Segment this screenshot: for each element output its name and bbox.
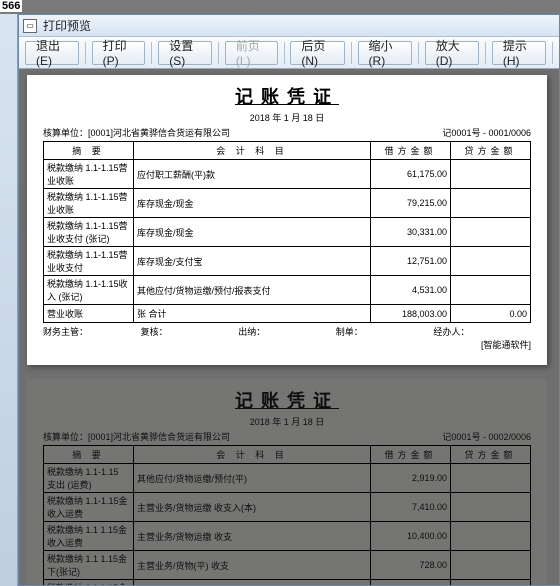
voucher-number: 记0001号 - 0001/0006 [442,126,531,139]
next-page-button[interactable]: 后页(N) [290,41,344,65]
table-row: 税款缴纳 1.1-1.15收入 (张记)其他应付/货物运缴/预付/报表支付4,5… [44,276,531,305]
software-stamp: [智能通软件] [43,338,531,351]
col-credit: 贷方金额 [451,446,531,464]
col-debit: 借方金额 [371,446,451,464]
table-row: 税款缴纳 1.1-1.15金收入运费主营业务/货物运缴 收支入(本)7,410.… [44,493,531,522]
window-title: 打印预览 [43,17,91,34]
exit-button[interactable]: 退出(E) [25,41,79,65]
hint-button[interactable]: 提示(H) [492,41,546,65]
separator [284,42,285,64]
coord-label: 566 [0,0,22,12]
voucher-org: 核算单位：[0001]河北省黄骅信合货运有限公司 [43,126,230,139]
voucher-footer: 财务主管： 复核： 出纳： 制单： 经办人： [43,325,531,338]
voucher-title: 记账凭证 [43,387,531,413]
table-row: 税款缴纳 1.1 1.15金收入运费主营业务/货物运缴 收支10,400.00 [44,522,531,551]
col-summary: 摘 要 [44,142,134,160]
preview-canvas[interactable]: 记账凭证 2018 年 1 月 18 日 核算单位：[0001]河北省黄骅信合货… [19,69,559,585]
separator [151,42,152,64]
voucher-table: 摘 要 会 计 科 目 借方金额 贷方金额 税款缴纳 1.1-1.15营业收账应… [43,141,531,323]
voucher-org: 核算单位：[0001]河北省黄骅信合货运有限公司 [43,430,230,443]
table-row: 税款缴纳 1.1 1.15金 下(张记)主营业务/货物(平) 收支728.00 [44,551,531,580]
separator [552,42,553,64]
table-row: 税款缴纳 1.1 1.15金 下(张记)主营业务/货 支付费费235.00 [44,580,531,586]
col-subject: 会 计 科 目 [134,142,371,160]
setup-button[interactable]: 设置(S) [158,41,212,65]
table-row: 税款缴纳 1.1-1.15营业收账库存现金/现金79,215.00 [44,189,531,218]
voucher-page-2: 记账凭证 2018 年 1 月 18 日 核算单位：[0001]河北省黄骅信合货… [27,379,547,585]
voucher-table: 摘 要 会 计 科 目 借方金额 贷方金额 税款缴纳 1.1-1.15 支出 (… [43,445,531,585]
separator [351,42,352,64]
voucher-number: 记0001号 - 0002/0006 [442,430,531,443]
table-row: 税款缴纳 1.1-1.15 支出 (运费)其他应付/货物运缴/预付(平)2,91… [44,464,531,493]
table-row: 税款缴纳 1.1-1.15营业收账应付职工薪酬(平)款61,175.00 [44,160,531,189]
voucher-title: 记账凭证 [43,83,531,109]
separator [85,42,86,64]
zoom-in-button[interactable]: 放大(D) [425,41,479,65]
separator [418,42,419,64]
print-button[interactable]: 打印(P) [92,41,146,65]
voucher-date: 2018 年 1 月 18 日 [43,111,531,124]
toolbar: 退出(E) 打印(P) 设置(S) 前页(L) 后页(N) 缩小(R) 放大(D… [19,37,559,69]
col-debit: 借方金额 [371,142,451,160]
voucher-date: 2018 年 1 月 18 日 [43,415,531,428]
separator [218,42,219,64]
voucher-page-1: 记账凭证 2018 年 1 月 18 日 核算单位：[0001]河北省黄骅信合货… [27,75,547,365]
print-preview-window: ▭ 打印预览 退出(E) 打印(P) 设置(S) 前页(L) 后页(N) 缩小(… [18,14,560,586]
zoom-out-button[interactable]: 缩小(R) [358,41,412,65]
sidebar-strip [0,14,18,586]
separator [485,42,486,64]
table-row-total: 营业收账张 合计188,003.000.00 [44,305,531,323]
prev-page-button[interactable]: 前页(L) [225,41,278,65]
col-credit: 贷方金额 [451,142,531,160]
col-subject: 会 计 科 目 [134,446,371,464]
window-icon: ▭ [23,19,37,33]
titlebar: ▭ 打印预览 [19,15,559,37]
table-row: 税款缴纳 1.1-1.15营业收支付库存现金/支付宝12,751.00 [44,247,531,276]
table-row: 税款缴纳 1.1-1.15营业收支付 (张记)库存现金/现金30,331.00 [44,218,531,247]
col-summary: 摘 要 [44,446,134,464]
